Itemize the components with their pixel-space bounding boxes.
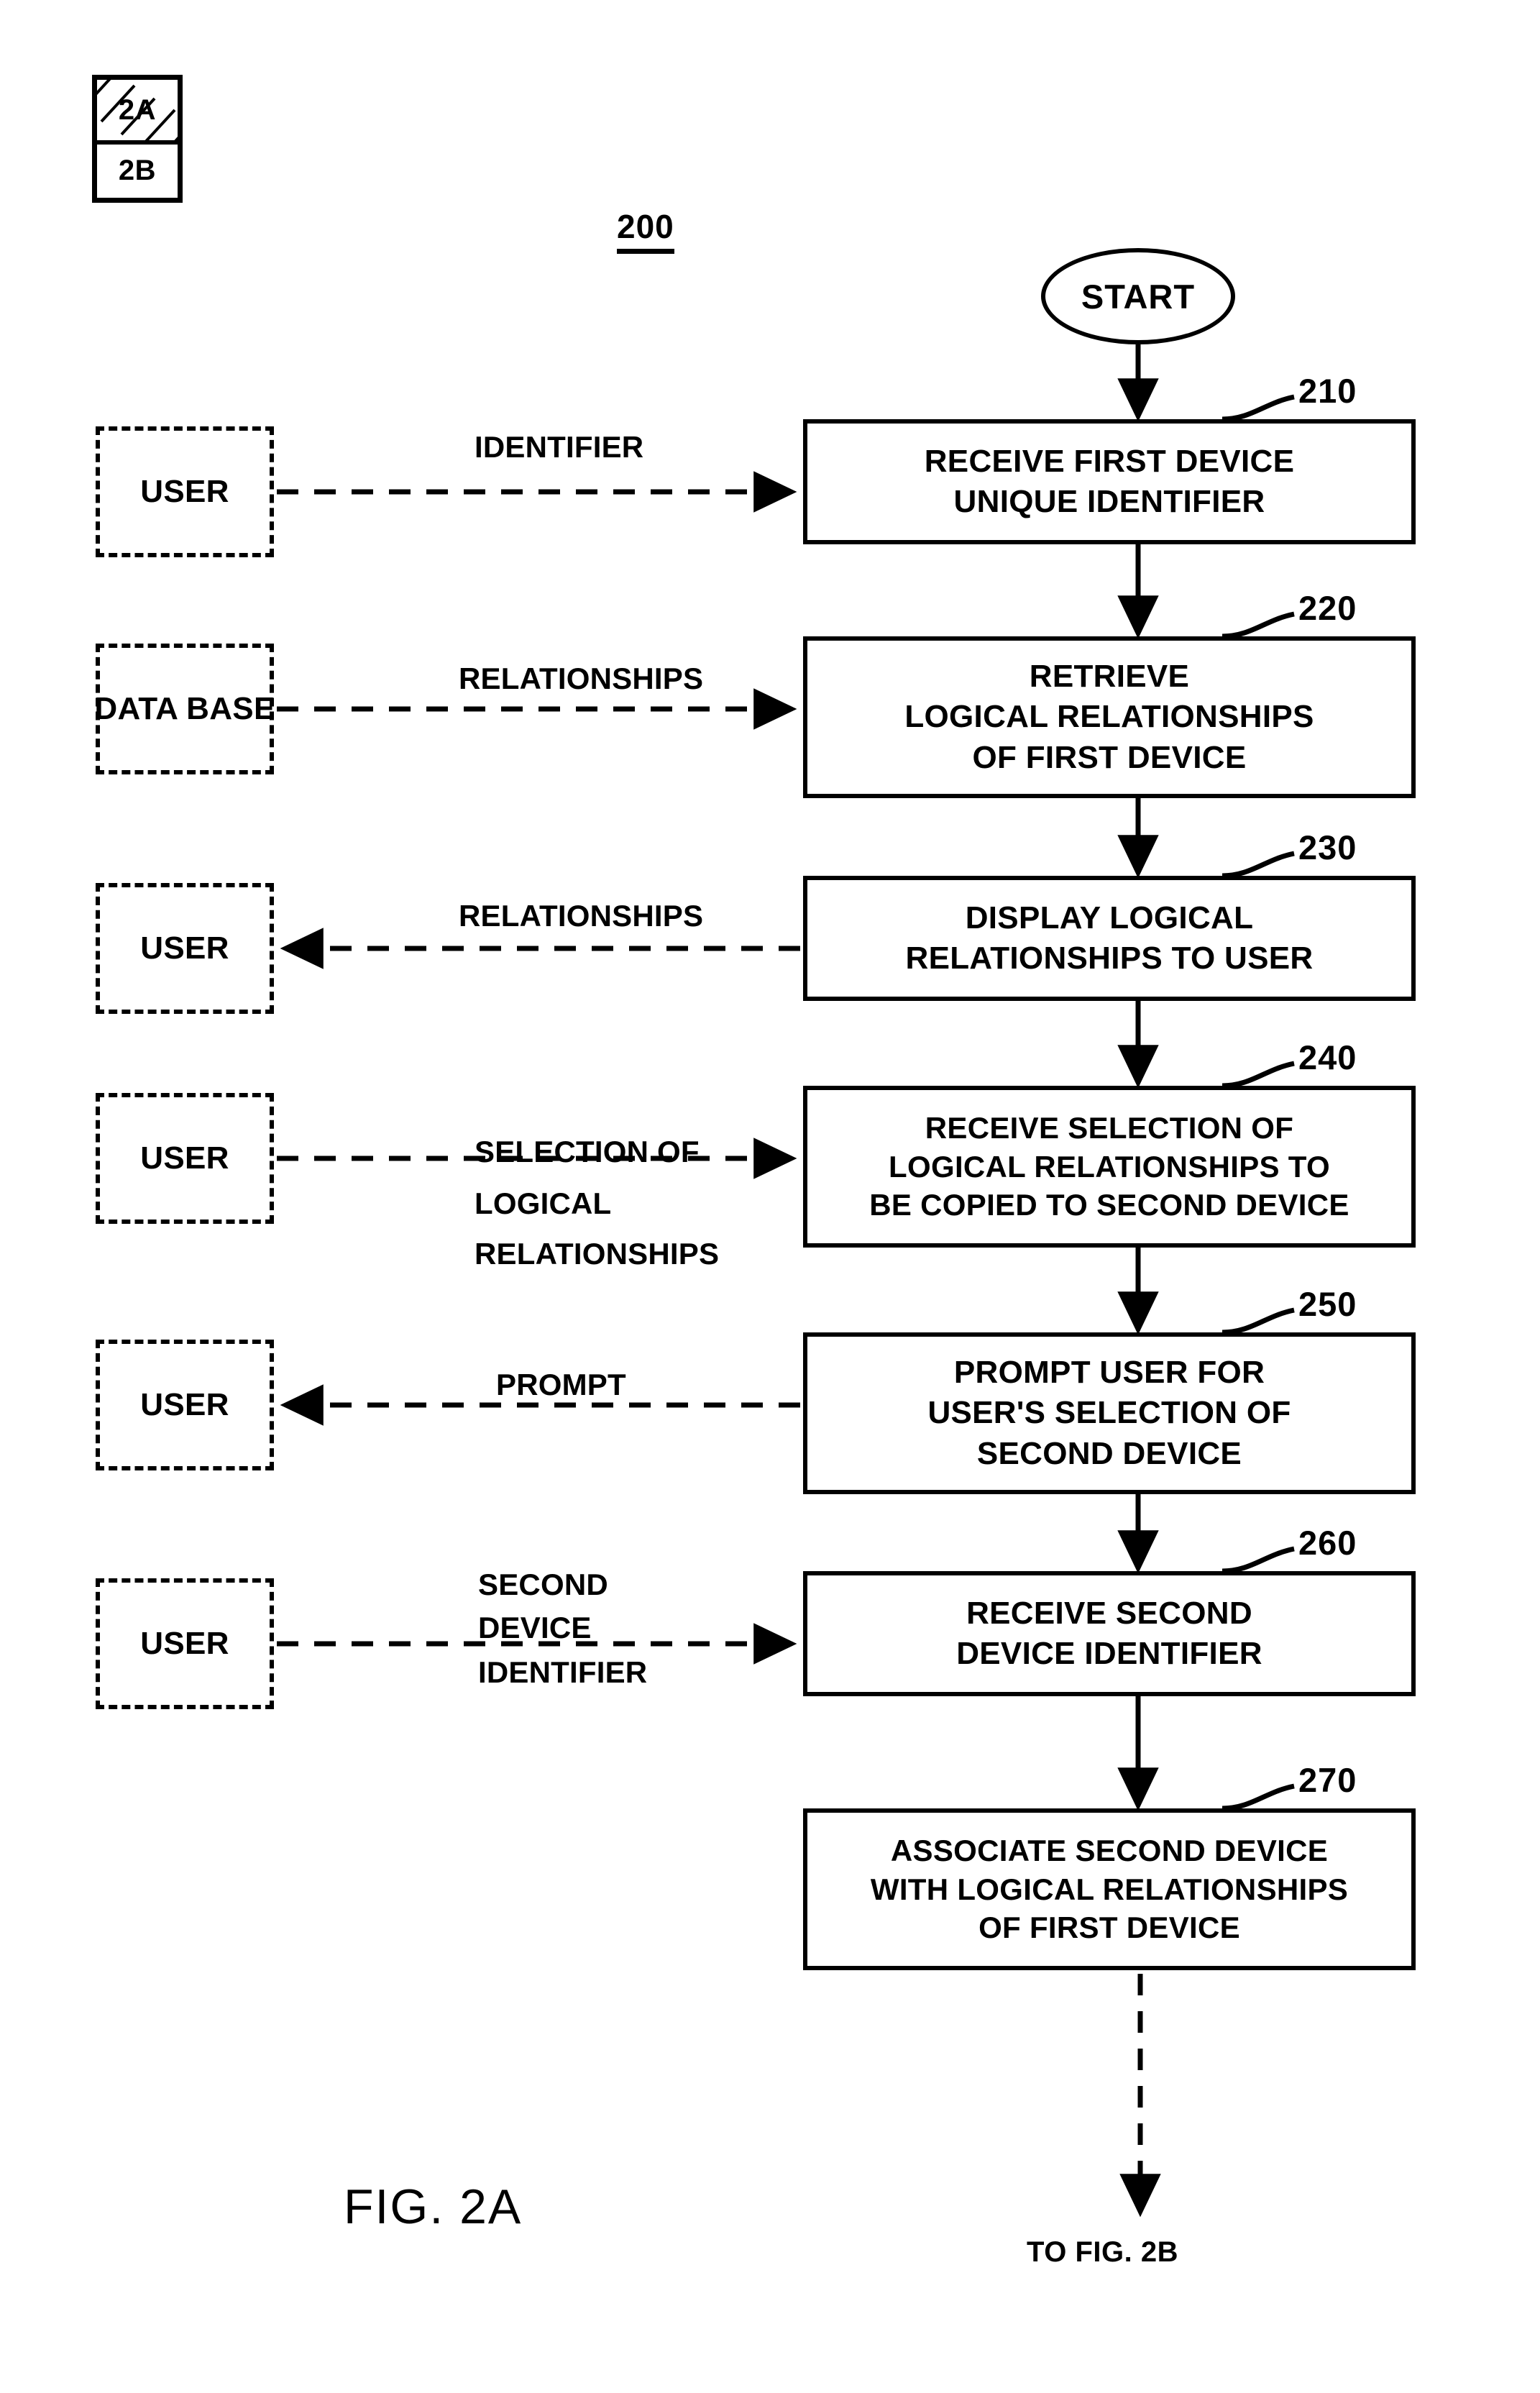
process-step-270: ASSOCIATE SECOND DEVICE WITH LOGICAL REL… — [803, 1808, 1416, 1970]
entity-user-5: USER — [96, 1578, 274, 1709]
process-step-220: RETRIEVE LOGICAL RELATIONSHIPS OF FIRST … — [803, 636, 1416, 798]
figure-number-label: 200 — [617, 208, 674, 254]
step-270-line-2: WITH LOGICAL RELATIONSHIPS — [870, 1872, 1349, 1906]
key-cell-2a: 2A — [97, 80, 178, 145]
step-ref-220: 220 — [1298, 589, 1357, 627]
step-ref-210: 210 — [1298, 372, 1357, 410]
edge-label-identifier: IDENTIFIER — [475, 430, 644, 464]
start-terminator-label: START — [1081, 277, 1196, 316]
entity-user-4-label: USER — [140, 1387, 229, 1422]
edge-label-logical: LOGICAL — [475, 1186, 612, 1220]
step-ref-270: 270 — [1298, 1761, 1357, 1799]
step-260-line-1: RECEIVE SECOND — [966, 1595, 1252, 1631]
entity-database: DATA BASE — [94, 644, 275, 774]
step-220-line-1: RETRIEVE — [1029, 659, 1190, 695]
edge-label-selection-of: SELECTION OF — [475, 1135, 700, 1168]
step-240-line-3: BE COPIED TO SECOND DEVICE — [869, 1188, 1349, 1222]
patent-figure-canvas: 2A 2B 200 START RECEIVE FIRST DEVICE UNI… — [0, 0, 1540, 2393]
step-ref-250: 250 — [1298, 1285, 1357, 1323]
step-ref-230: 230 — [1298, 828, 1357, 866]
step-220-line-2: LOGICAL RELATIONSHIPS — [904, 699, 1314, 735]
step-270-line-3: OF FIRST DEVICE — [978, 1911, 1240, 1945]
entity-database-label: DATA BASE — [94, 691, 275, 726]
entity-user-1-label: USER — [140, 474, 229, 509]
entity-user-3-label: USER — [140, 1140, 229, 1176]
step-250-line-2: USER'S SELECTION OF — [927, 1395, 1291, 1431]
step-240-line-1: RECEIVE SELECTION OF — [925, 1110, 1294, 1145]
edge-label-relationships-3: RELATIONSHIPS — [475, 1237, 720, 1271]
process-step-250: PROMPT USER FOR USER'S SELECTION OF SECO… — [803, 1332, 1416, 1494]
process-step-260: RECEIVE SECOND DEVICE IDENTIFIER — [803, 1571, 1416, 1696]
step-240-line-2: LOGICAL RELATIONSHIPS TO — [889, 1149, 1330, 1184]
process-step-240: RECEIVE SELECTION OF LOGICAL RELATIONSHI… — [803, 1086, 1416, 1248]
edge-label-second: SECOND — [478, 1568, 608, 1601]
process-step-230: DISPLAY LOGICAL RELATIONSHIPS TO USER — [803, 876, 1416, 1001]
figure-caption: FIG. 2A — [344, 2179, 523, 2234]
step-210-line-2: UNIQUE IDENTIFIER — [953, 484, 1265, 519]
edge-label-identifier-2: IDENTIFIER — [478, 1655, 648, 1689]
entity-user-1: USER — [96, 426, 274, 557]
start-terminator: START — [1041, 248, 1235, 344]
step-270-line-1: ASSOCIATE SECOND DEVICE — [890, 1833, 1329, 1867]
step-250-line-3: SECOND DEVICE — [976, 1435, 1242, 1471]
step-230-line-2: RELATIONSHIPS TO USER — [905, 941, 1314, 976]
process-step-210: RECEIVE FIRST DEVICE UNIQUE IDENTIFIER — [803, 419, 1416, 544]
step-210-line-1: RECEIVE FIRST DEVICE — [924, 443, 1295, 479]
edge-label-relationships-1: RELATIONSHIPS — [459, 662, 704, 695]
edge-label-relationships-2: RELATIONSHIPS — [459, 899, 704, 933]
key-cell-2b: 2B — [97, 140, 178, 201]
step-220-line-3: OF FIRST DEVICE — [972, 739, 1247, 775]
key-cell-2b-label: 2B — [118, 154, 157, 186]
figure-number: 200 — [617, 207, 674, 254]
edge-label-prompt: PROMPT — [496, 1368, 626, 1401]
continuation-note: TO FIG. 2B — [1027, 2236, 1178, 2268]
sheet-key-legend: 2A 2B — [92, 75, 183, 203]
entity-user-2-label: USER — [140, 930, 229, 966]
entity-user-3: USER — [96, 1093, 274, 1224]
step-ref-260: 260 — [1298, 1524, 1357, 1562]
step-260-line-2: DEVICE IDENTIFIER — [956, 1636, 1262, 1671]
entity-user-4: USER — [96, 1340, 274, 1470]
step-230-line-1: DISPLAY LOGICAL — [965, 900, 1254, 935]
hatch-pattern-icon — [97, 80, 178, 140]
edge-label-device: DEVICE — [478, 1611, 592, 1644]
entity-user-5-label: USER — [140, 1626, 229, 1661]
step-250-line-1: PROMPT USER FOR — [953, 1355, 1265, 1391]
step-ref-240: 240 — [1298, 1038, 1357, 1076]
entity-user-2: USER — [96, 883, 274, 1014]
